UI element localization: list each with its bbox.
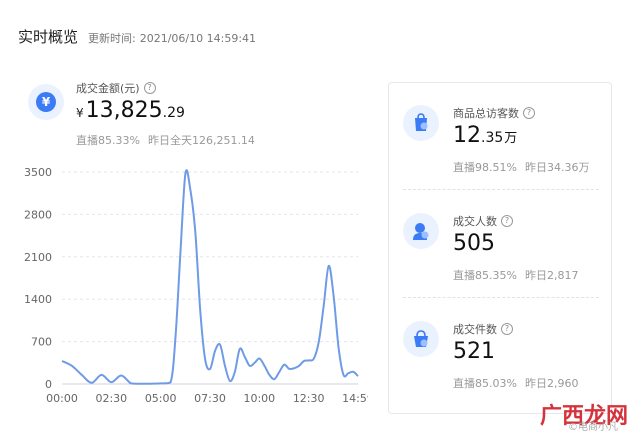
gmv-value: ¥ 13,825 .29 (76, 98, 185, 123)
metric-yesterday: 昨日34.36万 (524, 161, 590, 174)
x-tick-label: 07:30 (194, 392, 226, 405)
metric-icon-badge (403, 213, 439, 249)
metric-value-main: 521 (453, 339, 495, 364)
y-tick-label: 0 (45, 378, 52, 391)
update-time-label: 更新时间: (88, 32, 136, 45)
metric-live-share: 直播85.35% (453, 269, 517, 282)
metric-yesterday: 昨日2,817 (524, 269, 579, 282)
metric-label-row: 成交件数 ? (453, 321, 513, 337)
shopping-bag-icon (415, 113, 428, 131)
help-icon[interactable]: ? (523, 107, 535, 119)
gmv-decimal: .29 (162, 105, 185, 121)
x-tick-label: 12:30 (293, 392, 325, 405)
metric-value: 521 (453, 339, 495, 364)
metric-value-main: 12 (453, 123, 481, 148)
metric-buyers: 成交人数 ? 505 直播85.35% 昨日2,817 (389, 191, 611, 295)
metric-subtext: 直播85.03% 昨日2,960 (453, 375, 578, 391)
metric-live-share: 直播98.51% (453, 161, 517, 174)
update-time: 更新时间: 2021/06/10 14:59:41 (88, 30, 256, 46)
y-tick-label: 2800 (24, 208, 52, 221)
gmv-icon-badge: ¥ (28, 84, 64, 120)
metric-value-decimal: .35 (481, 130, 504, 146)
metric-label: 商品总访客数 (453, 107, 519, 120)
update-time-value: 2021/06/10 14:59:41 (139, 32, 257, 45)
y-tick-label: 2100 (24, 251, 52, 264)
help-icon[interactable]: ? (501, 215, 513, 227)
x-tick-label: 05:00 (145, 392, 177, 405)
help-icon[interactable]: ? (143, 82, 156, 94)
metric-value: 505 (453, 231, 495, 256)
x-tick-label: 02:30 (95, 392, 127, 405)
watermark-credit: ©电商小凡 (568, 422, 618, 433)
x-tick-label: 14:59 (342, 392, 368, 405)
y-tick-label: 700 (31, 336, 52, 349)
metric-live-share: 直播85.03% (453, 377, 517, 390)
series-line (61, 169, 359, 385)
divider (403, 189, 599, 190)
gmv-live-share: 直播85.33% (76, 134, 140, 147)
metric-icon-badge (403, 105, 439, 141)
overview-header: 实时概览 更新时间: 2021/06/10 14:59:41 (18, 26, 256, 47)
metric-label: 成交件数 (453, 323, 497, 336)
metric-subtext: 直播85.35% 昨日2,817 (453, 267, 578, 283)
metric-value-main: 505 (453, 231, 495, 256)
gmv-integer: 13,825 (85, 98, 163, 123)
gmv-subtext: 直播85.33% 昨日全天126,251.14 (76, 132, 255, 148)
metric-visitors: 商品总访客数 ? 12.35 万 直播98.51% 昨日34.36万 (389, 83, 611, 187)
metric-value: 12.35 万 (453, 123, 517, 148)
metric-label: 成交人数 (453, 215, 497, 228)
metric-value-unit: 万 (504, 131, 518, 146)
metric-subtext: 直播98.51% 昨日34.36万 (453, 159, 589, 175)
gmv-label-row: 成交金额(元) ? (76, 80, 156, 96)
user-icon (413, 223, 429, 240)
metric-icon-badge (403, 321, 439, 357)
metric-label-row: 商品总访客数 ? (453, 105, 535, 121)
divider (403, 297, 599, 298)
gmv-currency: ¥ (76, 106, 84, 120)
gmv-yesterday: 昨日全天126,251.14 (147, 134, 255, 147)
metric-yesterday: 昨日2,960 (524, 377, 579, 390)
x-tick-label: 00:00 (46, 392, 78, 405)
y-tick-label: 1400 (24, 293, 52, 306)
gmv-trend-chart: 0 700 1400 2100 2800 3500 00:00 02:30 05:00 07:30… (24, 166, 368, 405)
metric-label-row: 成交人数 ? (453, 213, 513, 229)
metrics-card: 商品总访客数 ? 12.35 万 直播98.51% 昨日34.36万 成交人数 ? … (388, 82, 612, 414)
x-tick-label: 10:00 (243, 392, 275, 405)
y-tick-label: 3500 (24, 166, 52, 179)
basket-icon (414, 330, 428, 347)
page-title: 实时概览 (18, 28, 79, 46)
metric-items-sold: 成交件数 ? 521 直播85.03% 昨日2,960 (389, 299, 611, 403)
gmv-label: 成交金额(元) (76, 82, 140, 95)
help-icon[interactable]: ? (501, 323, 513, 335)
yuan-icon: ¥ (36, 92, 56, 112)
